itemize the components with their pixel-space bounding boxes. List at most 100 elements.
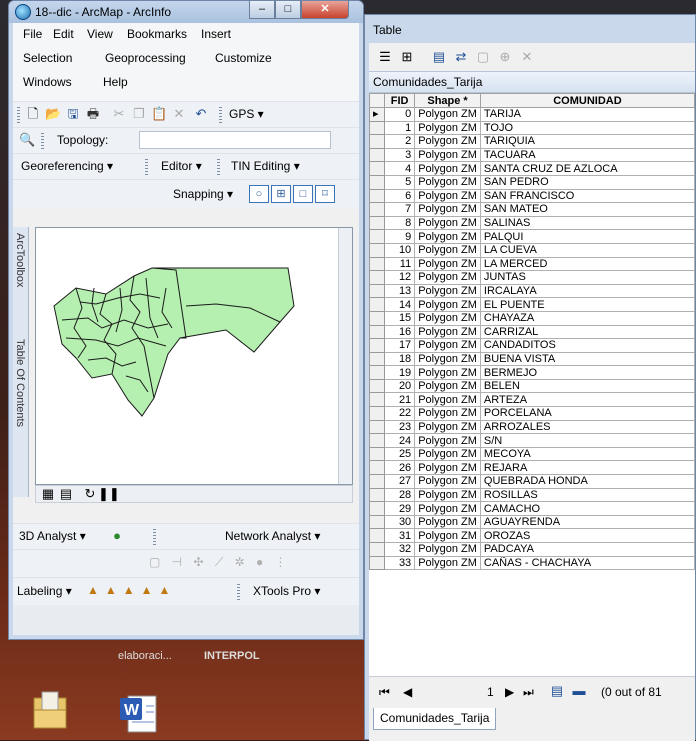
cell-comunidad[interactable]: QUEBRADA HONDA	[479, 474, 695, 489]
cell-fid[interactable]: 0	[384, 107, 416, 122]
taskbar-item-elaboraci[interactable]: elaboraci...	[118, 650, 172, 662]
table-row[interactable]: 11 Polygon ZM LA MERCED	[369, 256, 695, 272]
cell-fid[interactable]: 26	[384, 460, 416, 476]
table-row[interactable]: 9 Polygon ZM PALQUI	[369, 229, 695, 244]
table-row[interactable]: 25 Polygon ZM MECOYA	[369, 446, 695, 462]
cell-shape[interactable]: Polygon ZM	[414, 487, 481, 503]
cell-comunidad[interactable]: PORCELANA	[479, 406, 695, 421]
cell-shape[interactable]: Polygon ZM	[414, 310, 481, 326]
cell-fid[interactable]: 15	[384, 310, 416, 326]
toolbar-grip[interactable]	[217, 159, 220, 175]
print-icon[interactable]: 🖶	[85, 106, 101, 122]
row-selector[interactable]	[369, 446, 386, 462]
cell-fid[interactable]: 1	[384, 120, 416, 136]
cell-shape[interactable]: Polygon ZM	[414, 283, 481, 299]
table-row[interactable]: 19 Polygon ZM BERMEJO	[369, 365, 695, 380]
cell-shape[interactable]: Polygon ZM	[414, 542, 481, 557]
table-row[interactable]: 7 Polygon ZM SAN MATEO	[369, 202, 695, 217]
cell-fid[interactable]: 7	[384, 202, 416, 217]
open-folder-icon[interactable]: 📂	[45, 106, 61, 122]
row-selector[interactable]	[369, 324, 386, 340]
undo-icon[interactable]: ↶	[193, 106, 209, 122]
table-row[interactable]: 30 Polygon ZM AGUAYRENDA	[369, 514, 695, 530]
cell-shape[interactable]: Polygon ZM	[414, 474, 481, 489]
table-row[interactable]: 24 Polygon ZM S/N	[369, 433, 695, 448]
cell-comunidad[interactable]: AGUAYRENDA	[479, 514, 695, 530]
cell-shape[interactable]: Polygon ZM	[414, 256, 481, 272]
table-row[interactable]: 5 Polygon ZM SAN PEDRO	[369, 174, 695, 190]
toolbar-grip[interactable]	[145, 159, 148, 175]
table-row[interactable]: 10 Polygon ZM LA CUEVA	[369, 242, 695, 258]
cell-comunidad[interactable]: CAMACHO	[479, 501, 695, 516]
cell-shape[interactable]: Polygon ZM	[414, 229, 481, 244]
table-row[interactable]: 2 Polygon ZM TARIQUIA	[369, 134, 695, 149]
cell-comunidad[interactable]: CAÑAS - CHACHAYA	[479, 555, 695, 571]
row-selector[interactable]	[369, 242, 386, 258]
cell-shape[interactable]: Polygon ZM	[414, 501, 481, 516]
cell-comunidad[interactable]: S/N	[479, 433, 695, 448]
cell-fid[interactable]: 13	[384, 283, 416, 299]
row-selector[interactable]	[369, 365, 386, 380]
cell-fid[interactable]: 8	[384, 215, 416, 231]
menu-geoprocessing[interactable]: Geoprocessing	[105, 51, 186, 65]
cell-shape[interactable]: Polygon ZM	[414, 242, 481, 258]
cell-fid[interactable]: 6	[384, 188, 416, 204]
cell-shape[interactable]: Polygon ZM	[414, 297, 481, 312]
column-header-fid[interactable]: FID	[384, 93, 416, 108]
cell-comunidad[interactable]: MECOYA	[479, 446, 695, 462]
row-selector[interactable]	[369, 297, 386, 312]
row-selector[interactable]	[369, 202, 386, 217]
labeling-tools-icons[interactable]: ▲▲▲▲▲	[87, 583, 176, 597]
cell-comunidad[interactable]: IRCALAYA	[479, 283, 695, 299]
menu-edit[interactable]: Edit	[53, 27, 74, 41]
cell-comunidad[interactable]: TOJO	[479, 120, 695, 136]
cell-comunidad[interactable]: CHAYAZA	[479, 310, 695, 326]
table-row[interactable]: 6 Polygon ZM SAN FRANCISCO	[369, 188, 695, 204]
cell-fid[interactable]: 23	[384, 419, 416, 435]
clear-selection-icon[interactable]: ▢	[475, 49, 491, 65]
row-selector[interactable]	[369, 378, 386, 394]
cell-shape[interactable]: Polygon ZM	[414, 120, 481, 136]
cell-shape[interactable]: Polygon ZM	[414, 174, 481, 190]
previous-record-icon[interactable]: ◀	[403, 685, 412, 699]
copy-icon[interactable]: ❐	[131, 106, 147, 122]
row-selector-header[interactable]	[369, 93, 386, 108]
table-row[interactable]: 1 Polygon ZM TOJO	[369, 120, 695, 136]
cell-fid[interactable]: 18	[384, 351, 416, 367]
editor-menu[interactable]: Editor ▾	[161, 159, 202, 173]
cell-comunidad[interactable]: JUNTAS	[479, 270, 695, 285]
cell-fid[interactable]: 25	[384, 446, 416, 462]
cell-fid[interactable]: 2	[384, 134, 416, 149]
cell-comunidad[interactable]: TARIQUIA	[479, 134, 695, 149]
attribute-table-grid[interactable]: FID Shape * COMUNIDAD ▸ 0 Polygon ZM TARIJA…	[369, 93, 695, 676]
cell-shape[interactable]: Polygon ZM	[414, 338, 481, 353]
row-selector[interactable]	[369, 338, 386, 353]
word-document-icon[interactable]: W	[118, 692, 160, 736]
network-tools-icons[interactable]: ▢ ⊣ ✣ ⟋ ✲ ● ⋮	[149, 555, 291, 570]
cell-comunidad[interactable]: BUENA VISTA	[479, 351, 695, 367]
table-row[interactable]: 27 Polygon ZM QUEBRADA HONDA	[369, 474, 695, 489]
menu-file[interactable]: File	[23, 27, 42, 41]
data-view-icon[interactable]: ▤	[58, 486, 74, 502]
snapping-menu[interactable]: Snapping ▾	[173, 187, 233, 201]
row-selector[interactable]	[369, 188, 386, 204]
cell-fid[interactable]: 31	[384, 528, 416, 543]
menu-help[interactable]: Help	[103, 75, 128, 89]
cell-fid[interactable]: 12	[384, 270, 416, 285]
cell-comunidad[interactable]: SALINAS	[479, 215, 695, 231]
paste-icon[interactable]: 📋	[151, 106, 167, 122]
folder-icon[interactable]	[30, 688, 70, 732]
cell-fid[interactable]: 19	[384, 365, 416, 380]
table-row[interactable]: 15 Polygon ZM CHAYAZA	[369, 310, 695, 326]
row-selector[interactable]	[369, 270, 386, 285]
cell-comunidad[interactable]: TACUARA	[479, 147, 695, 163]
switch-selection-icon[interactable]: ⇄	[453, 49, 469, 65]
select-by-attributes-icon[interactable]: ▤	[431, 49, 447, 65]
cell-shape[interactable]: Polygon ZM	[414, 406, 481, 421]
cell-comunidad[interactable]: ROSILLAS	[479, 487, 695, 503]
table-row[interactable]: 3 Polygon ZM TACUARA	[369, 147, 695, 163]
cell-fid[interactable]: 32	[384, 542, 416, 557]
row-selector[interactable]	[369, 392, 386, 408]
cell-shape[interactable]: Polygon ZM	[414, 107, 481, 122]
cell-shape[interactable]: Polygon ZM	[414, 419, 481, 435]
